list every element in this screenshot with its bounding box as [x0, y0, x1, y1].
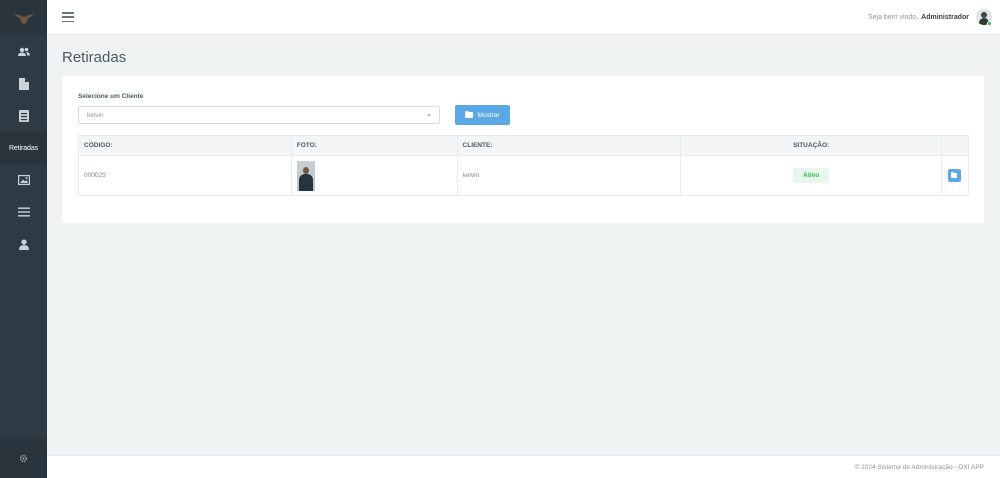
user-icon: [18, 238, 29, 250]
topbar: Seja bem vindo, Administrador: [47, 0, 1000, 35]
col-codigo: CÓDIGO:: [78, 135, 292, 156]
footer: © 2024 Sistema de Administração - OXI AP…: [47, 455, 1000, 478]
folder-icon: [465, 110, 474, 118]
welcome-label: Seja bem vindo,: [867, 13, 919, 21]
cell-actions: [940, 155, 970, 196]
book-icon: [18, 110, 29, 122]
user-name[interactable]: Administrador: [921, 14, 969, 21]
sidebar-item-list[interactable]: [0, 196, 47, 228]
gear-icon: [19, 454, 28, 462]
image-icon: [17, 175, 30, 185]
page-title: Retiradas: [62, 49, 127, 66]
footer-text: © 2024 Sistema de Administração - OXI AP…: [854, 463, 984, 471]
cell-codigo: 000025: [78, 155, 292, 196]
cell-cliente: kelvin: [456, 155, 682, 196]
sidebar-settings[interactable]: [0, 438, 47, 478]
client-select-label: Selecione um Cliente: [78, 93, 144, 100]
withdrawals-table: CÓDIGO: FOTO: CLIENTE: SITUAÇÃO: 000025 …: [78, 135, 970, 196]
cell-foto: [290, 155, 458, 196]
main-panel: Selecione um Cliente kelvin Mostrar CÓDI…: [62, 76, 984, 223]
chevron-down-icon: [427, 114, 431, 117]
sidebar-item-retiradas[interactable]: Retiradas: [0, 132, 47, 164]
open-folder-button[interactable]: [947, 169, 961, 182]
folder-icon: [951, 172, 958, 178]
file-icon: [18, 78, 29, 90]
show-button-label: Mostrar: [477, 111, 500, 119]
col-foto: FOTO:: [290, 135, 458, 156]
show-button[interactable]: Mostrar: [455, 105, 510, 125]
sidebar-item-documents[interactable]: [0, 68, 47, 100]
sidebar-item-users[interactable]: [0, 36, 47, 68]
sidebar-item-label: Retiradas: [8, 144, 39, 152]
logo[interactable]: [0, 0, 47, 35]
table-row: 000025 kelvin Ativo: [78, 155, 970, 196]
client-select[interactable]: kelvin: [78, 106, 440, 124]
col-actions: [940, 135, 970, 156]
list-icon: [17, 207, 30, 217]
sidebar-item-book[interactable]: [0, 100, 47, 132]
col-cliente: CLIENTE:: [456, 135, 682, 156]
welcome-text: Seja bem vindo, Administrador: [868, 14, 969, 21]
col-situacao: SITUAÇÃO:: [680, 135, 942, 156]
table-header-row: CÓDIGO: FOTO: CLIENTE: SITUAÇÃO:: [78, 135, 970, 156]
sidebar-item-user[interactable]: [0, 228, 47, 260]
sidebar: Retiradas: [0, 0, 47, 478]
online-status-icon: [987, 21, 992, 26]
cell-situacao: Ativo: [680, 155, 942, 196]
client-photo[interactable]: [296, 160, 315, 191]
users-icon: [17, 47, 30, 56]
bull-logo-icon: [13, 11, 34, 25]
status-badge: Ativo: [793, 168, 830, 183]
client-select-value: kelvin: [87, 111, 104, 119]
menu-toggle-icon[interactable]: [62, 12, 74, 22]
sidebar-item-images[interactable]: [0, 164, 47, 196]
